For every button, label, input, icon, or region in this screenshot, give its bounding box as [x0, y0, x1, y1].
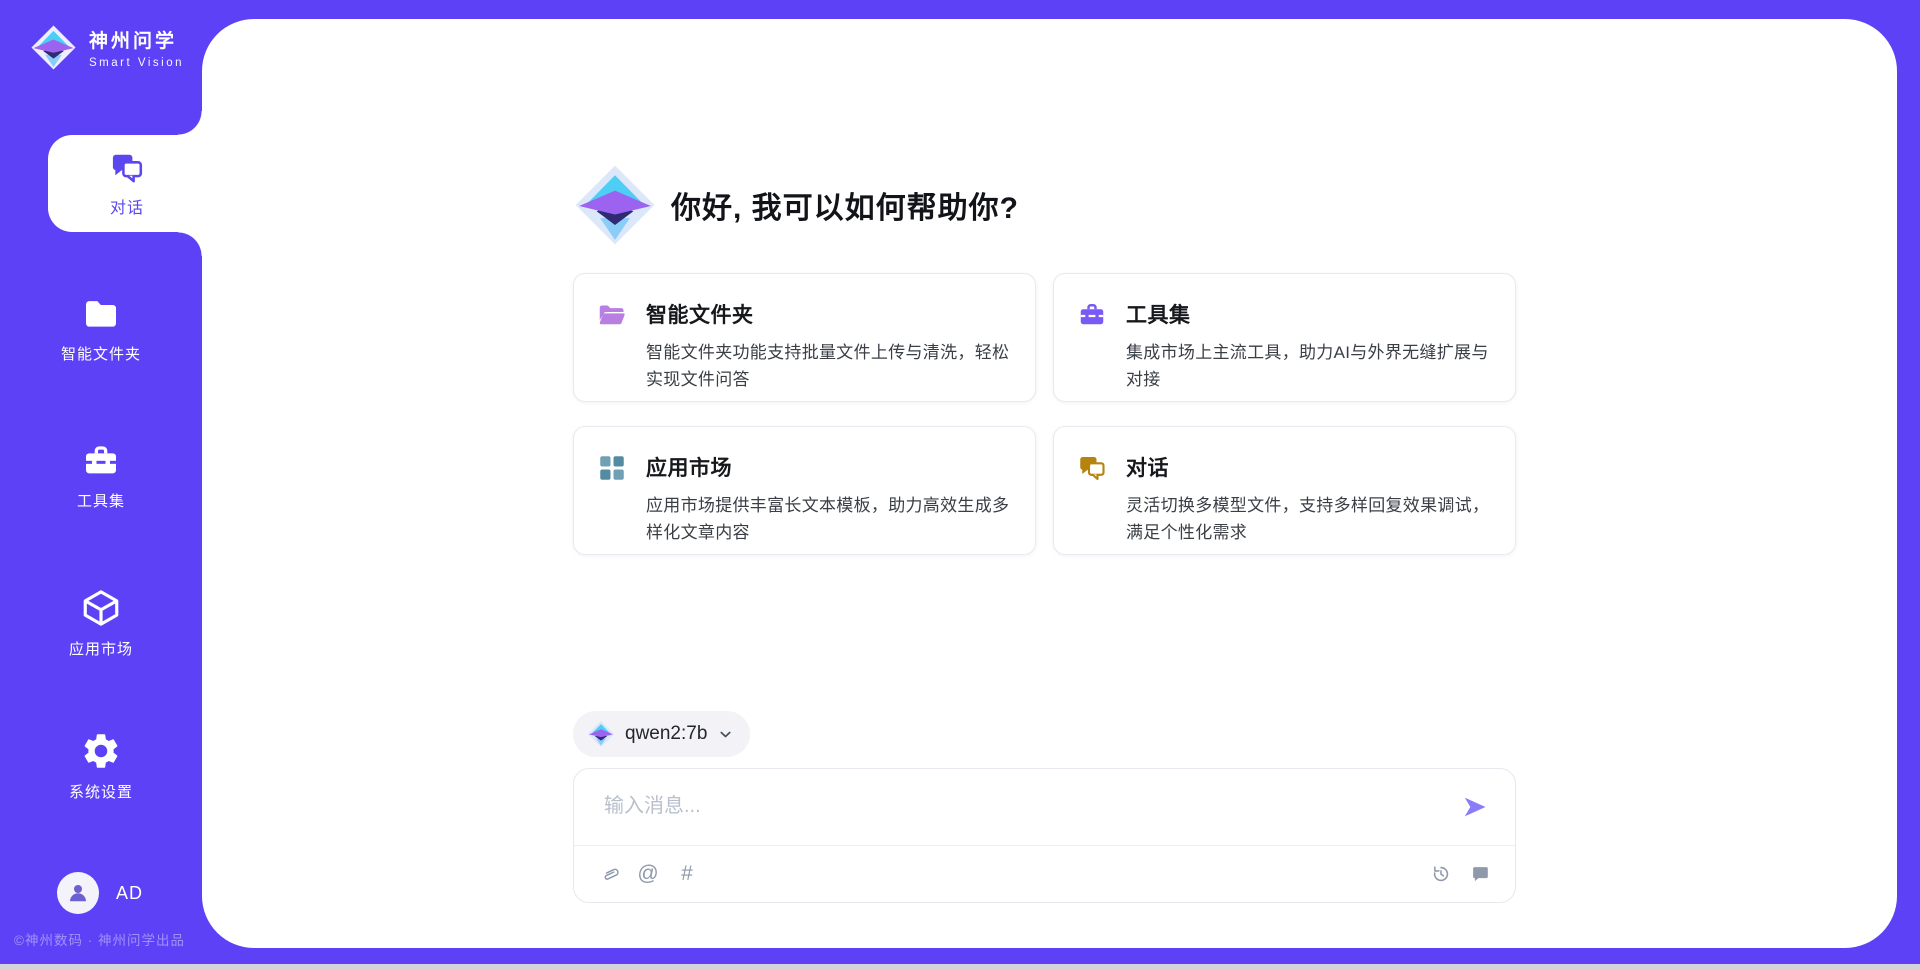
- composer-toolbar: @ #: [574, 845, 1515, 902]
- model-name: qwen2:7b: [625, 723, 707, 745]
- card-title: 对话: [1126, 452, 1491, 482]
- sidebar-item-label: 智能文件夹: [61, 343, 141, 364]
- toolbox-icon: [1077, 300, 1107, 330]
- greeting-row: 你好, 我可以如何帮助你?: [573, 163, 1019, 247]
- app-logo: 神州问学 Smart Vision: [30, 24, 184, 71]
- topic-button[interactable]: #: [675, 862, 699, 886]
- model-selector[interactable]: qwen2:7b: [573, 711, 750, 757]
- card-smart-folder[interactable]: 智能文件夹 智能文件夹功能支持批量文件上传与清洗，轻松实现文件问答: [573, 273, 1036, 402]
- tab-connector-top: [178, 111, 202, 135]
- feedback-button[interactable]: [1468, 862, 1492, 886]
- greeting-diamond-icon: [573, 163, 657, 247]
- mention-button[interactable]: @: [636, 862, 660, 886]
- card-title: 智能文件夹: [646, 299, 1011, 329]
- send-icon: [1461, 793, 1489, 821]
- page-title: 你好, 我可以如何帮助你?: [671, 183, 1019, 227]
- feature-cards: 智能文件夹 智能文件夹功能支持批量文件上传与清洗，轻松实现文件问答 工具集 集成…: [573, 273, 1516, 555]
- chevron-down-icon: [717, 726, 734, 743]
- folder-icon: [81, 294, 121, 334]
- card-chat[interactable]: 对话 灵活切换多模型文件，支持多样回复效果调试，满足个性化需求: [1053, 426, 1516, 555]
- user-profile[interactable]: AD: [57, 872, 143, 914]
- chat-bubbles-icon: [108, 150, 146, 186]
- user-name: AD: [116, 883, 143, 904]
- send-button[interactable]: [1460, 792, 1490, 822]
- sidebar-item-label: 应用市场: [69, 638, 133, 659]
- person-icon: [65, 880, 91, 906]
- gear-icon: [80, 730, 122, 772]
- footer-credit: ©神州数码 · 神州问学出品: [14, 929, 185, 949]
- grid-icon: [597, 453, 627, 483]
- tab-connector-bottom: [178, 232, 202, 256]
- sidebar-item-toolset[interactable]: 工具集: [0, 441, 202, 511]
- history-button[interactable]: [1429, 862, 1453, 886]
- model-diamond-icon: [587, 720, 615, 748]
- sidebar-item-label: 对话: [110, 194, 144, 218]
- main-content: 你好, 我可以如何帮助你? 智能文件夹 智能文件夹功能支持批量文件上传与清洗，轻…: [573, 19, 1516, 948]
- card-description: 灵活切换多模型文件，支持多样回复效果调试，满足个性化需求: [1126, 492, 1491, 546]
- card-description: 智能文件夹功能支持批量文件上传与清洗，轻松实现文件问答: [646, 339, 1011, 393]
- at-icon: @: [637, 862, 658, 886]
- sidebar-item-smart-folder[interactable]: 智能文件夹: [0, 294, 202, 364]
- card-app-market[interactable]: 应用市场 应用市场提供丰富长文本模板，助力高效生成多样化文章内容: [573, 426, 1036, 555]
- card-description: 集成市场上主流工具，助力AI与外界无缝扩展与对接: [1126, 339, 1491, 393]
- card-title: 应用市场: [646, 452, 1011, 482]
- sidebar-item-label: 系统设置: [69, 781, 133, 802]
- card-toolset[interactable]: 工具集 集成市场上主流工具，助力AI与外界无缝扩展与对接: [1053, 273, 1516, 402]
- hash-icon: #: [681, 862, 693, 886]
- diamond-logo-icon: [30, 24, 77, 71]
- card-title: 工具集: [1126, 299, 1491, 329]
- history-icon: [1430, 863, 1452, 885]
- message-icon: [1469, 863, 1491, 885]
- card-description: 应用市场提供丰富长文本模板，助力高效生成多样化文章内容: [646, 492, 1011, 546]
- message-input[interactable]: [602, 787, 1436, 841]
- sidebar-item-chat[interactable]: 对话: [48, 135, 206, 232]
- avatar: [57, 872, 99, 914]
- app-tagline: Smart Vision: [89, 57, 184, 69]
- composer: @ #: [573, 768, 1516, 903]
- sidebar-item-label: 工具集: [77, 490, 125, 511]
- folder-open-icon: [597, 300, 627, 330]
- sidebar-item-app-market[interactable]: 应用市场: [0, 587, 202, 659]
- toolbox-icon: [81, 441, 121, 481]
- cube-icon: [80, 587, 122, 629]
- horizontal-scrollbar[interactable]: [0, 964, 1920, 970]
- app-root: 神州问学 Smart Vision 对话 智能文件夹 工具集: [0, 0, 1920, 970]
- sidebar-item-settings[interactable]: 系统设置: [0, 730, 202, 802]
- attach-button[interactable]: [597, 862, 621, 886]
- paperclip-icon: [596, 861, 623, 888]
- chat-bubbles-icon: [1077, 453, 1107, 483]
- app-name: 神州问学: [89, 26, 184, 53]
